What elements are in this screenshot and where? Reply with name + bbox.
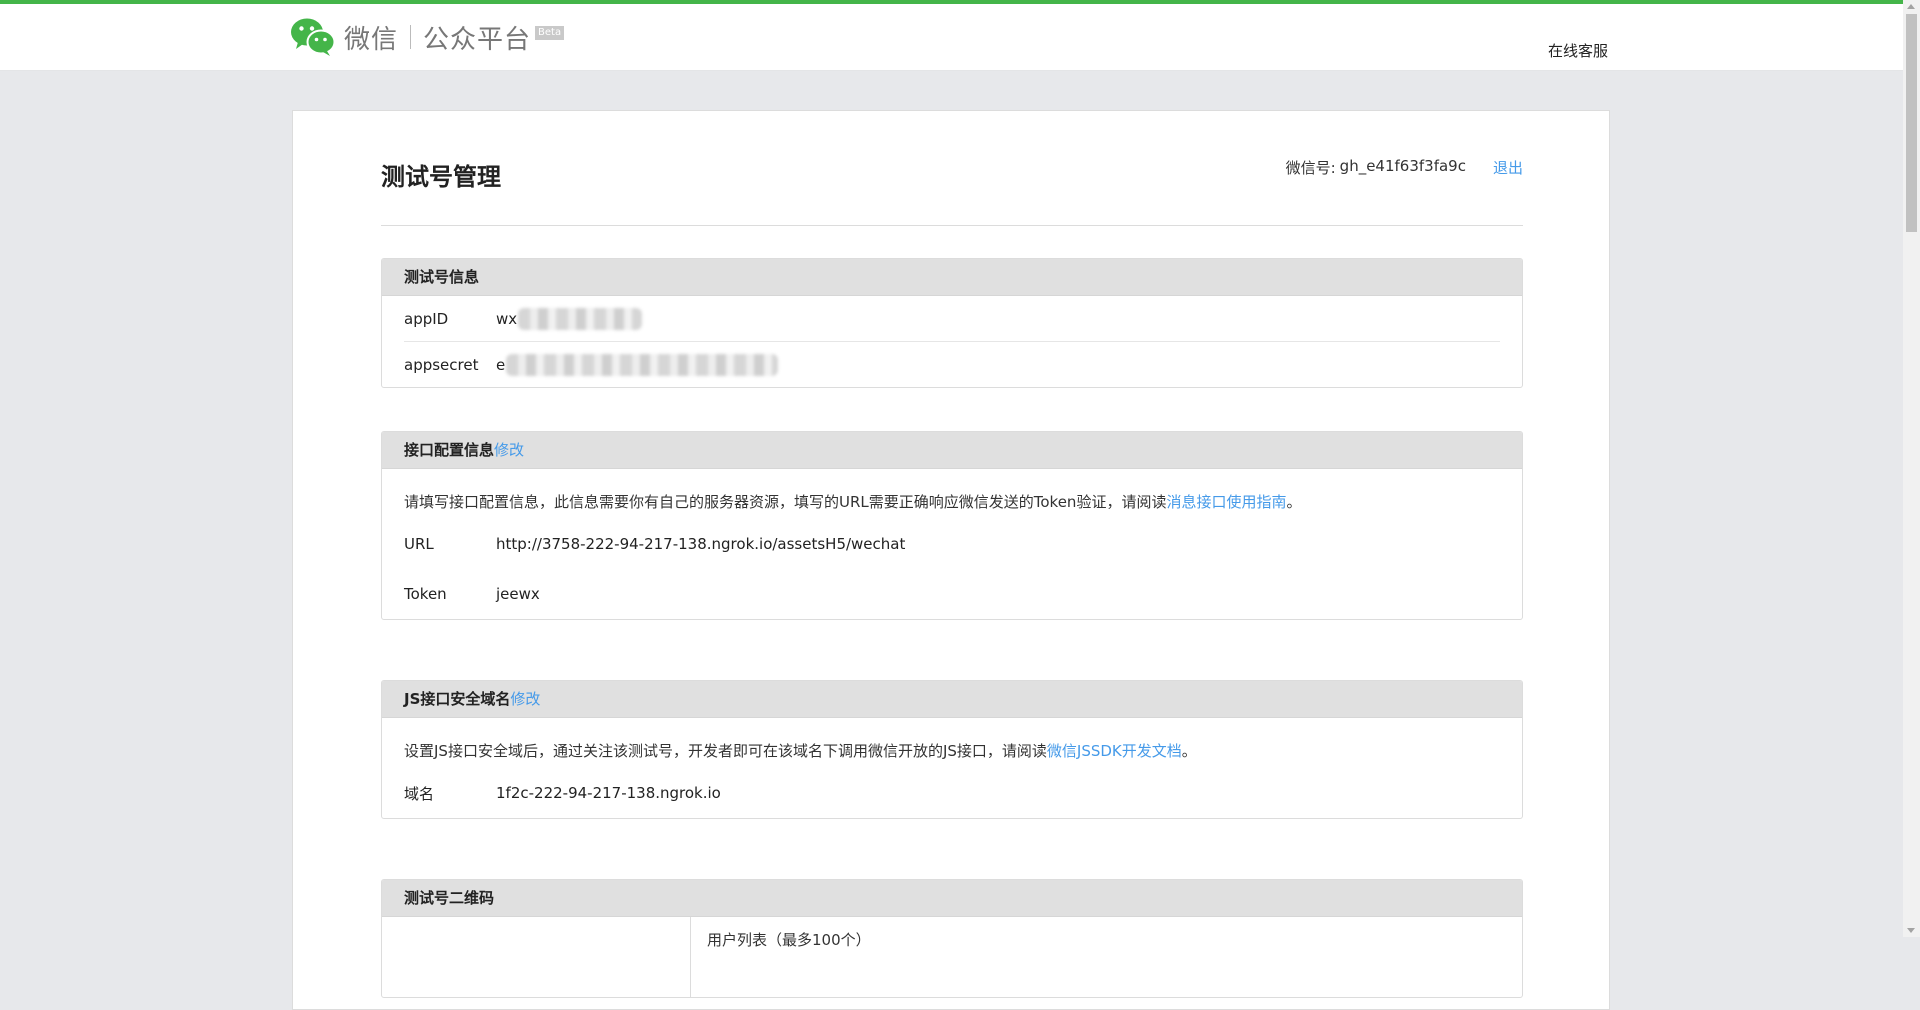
account-info: 微信号: gh_e41f63f3fa9c 退出	[1286, 157, 1523, 178]
domain-label: 域名	[404, 784, 435, 803]
appsecret-value[interactable]: e	[496, 356, 505, 374]
appid-value[interactable]: wx	[496, 310, 517, 328]
top-header: 微信 公众平台 Beta 在线客服	[0, 4, 1920, 71]
page-header: 测试号管理 微信号: gh_e41f63f3fa9c 退出	[381, 157, 1523, 226]
desc-period: 。	[1286, 493, 1302, 511]
online-service-link[interactable]: 在线客服	[1548, 40, 1608, 61]
js-domain-title: JS接口安全域名	[404, 690, 511, 708]
js-domain-panel: JS接口安全域名修改 设置JS接口安全域后，通过关注该测试号，开发者即可在该域名…	[381, 680, 1523, 819]
url-row: URL http://3758-222-94-217-138.ngrok.io/…	[404, 519, 1500, 569]
appid-redacted	[518, 307, 643, 330]
appsecret-row: appsecret e	[404, 342, 1500, 387]
js-domain-description: 设置JS接口安全域后，通过关注该测试号，开发者即可在该域名下调用微信开放的JS接…	[404, 718, 1500, 768]
logout-link[interactable]: 退出	[1493, 157, 1523, 178]
scroll-down-icon[interactable]	[1907, 928, 1915, 933]
wechat-logo-icon	[291, 18, 336, 56]
qr-code-title: 测试号二维码	[404, 889, 495, 907]
domain-row: 域名 1f2c-222-94-217-138.ngrok.io	[404, 768, 1500, 818]
wechat-mp-logo[interactable]: 微信 公众平台 Beta	[290, 16, 565, 58]
account-label: 微信号:	[1285, 159, 1336, 177]
qr-code-body: 用户列表（最多100个）	[382, 917, 1522, 997]
token-row: Token jeewx	[404, 569, 1500, 619]
page-scrollbar[interactable]	[1903, 0, 1920, 937]
logo-weixin-text: 微信	[344, 24, 399, 55]
interface-config-title: 接口配置信息	[404, 441, 495, 459]
account-id: gh_e41f63f3fa9c	[1339, 157, 1466, 175]
appsecret-label: appsecret	[404, 355, 479, 374]
panel-title: 测试号信息	[382, 259, 1522, 296]
main-container: 测试号管理 微信号: gh_e41f63f3fa9c 退出 测试号信息 appI…	[292, 110, 1610, 1010]
qr-code-panel: 测试号二维码 用户列表（最多100个）	[381, 879, 1523, 998]
user-list-heading: 用户列表（最多100个）	[707, 931, 871, 949]
appid-row: appID wx	[404, 296, 1500, 342]
appid-label: appID	[404, 309, 449, 328]
desc-text: 设置JS接口安全域后，通过关注该测试号，开发者即可在该域名下调用微信开放的JS接…	[404, 742, 1047, 760]
panel-title: 测试号二维码	[382, 880, 1522, 917]
token-value[interactable]: jeewx	[496, 585, 540, 603]
token-label: Token	[404, 585, 447, 603]
interface-config-panel: 接口配置信息修改 请填写接口配置信息，此信息需要你有自己的服务器资源，填写的UR…	[381, 431, 1523, 620]
qr-code-image-area	[382, 917, 691, 997]
test-info-panel: 测试号信息 appID wx appsecret e	[381, 258, 1523, 388]
scroll-up-icon[interactable]	[1907, 4, 1915, 9]
panel-title: JS接口安全域名修改	[382, 681, 1522, 718]
scrollbar-thumb[interactable]	[1906, 14, 1917, 232]
panel-body: appID wx appsecret e	[382, 296, 1522, 387]
logo-divider	[410, 25, 412, 49]
panel-body: 请填写接口配置信息，此信息需要你有自己的服务器资源，填写的URL需要正确响应微信…	[382, 469, 1522, 619]
desc-text: 请填写接口配置信息，此信息需要你有自己的服务器资源，填写的URL需要正确响应微信…	[404, 493, 1167, 511]
appsecret-redacted	[506, 353, 779, 376]
jssdk-doc-link[interactable]: 微信JSSDK开发文档	[1047, 742, 1182, 760]
url-label: URL	[404, 535, 434, 553]
panel-title: 接口配置信息修改	[382, 432, 1522, 469]
interface-config-description: 请填写接口配置信息，此信息需要你有自己的服务器资源，填写的URL需要正确响应微信…	[404, 469, 1500, 519]
page-title: 测试号管理	[381, 163, 501, 191]
js-domain-edit-link[interactable]: 修改	[510, 690, 540, 708]
beta-badge: Beta	[535, 26, 565, 40]
message-api-guide-link[interactable]: 消息接口使用指南	[1166, 493, 1286, 511]
domain-value[interactable]: 1f2c-222-94-217-138.ngrok.io	[496, 784, 721, 802]
desc-period: 。	[1181, 742, 1197, 760]
interface-config-edit-link[interactable]: 修改	[494, 441, 524, 459]
test-info-title: 测试号信息	[404, 268, 480, 286]
panel-body: 设置JS接口安全域后，通过关注该测试号，开发者即可在该域名下调用微信开放的JS接…	[382, 718, 1522, 818]
url-value[interactable]: http://3758-222-94-217-138.ngrok.io/asse…	[496, 535, 905, 553]
logo-mp-text: 公众平台	[423, 24, 532, 55]
